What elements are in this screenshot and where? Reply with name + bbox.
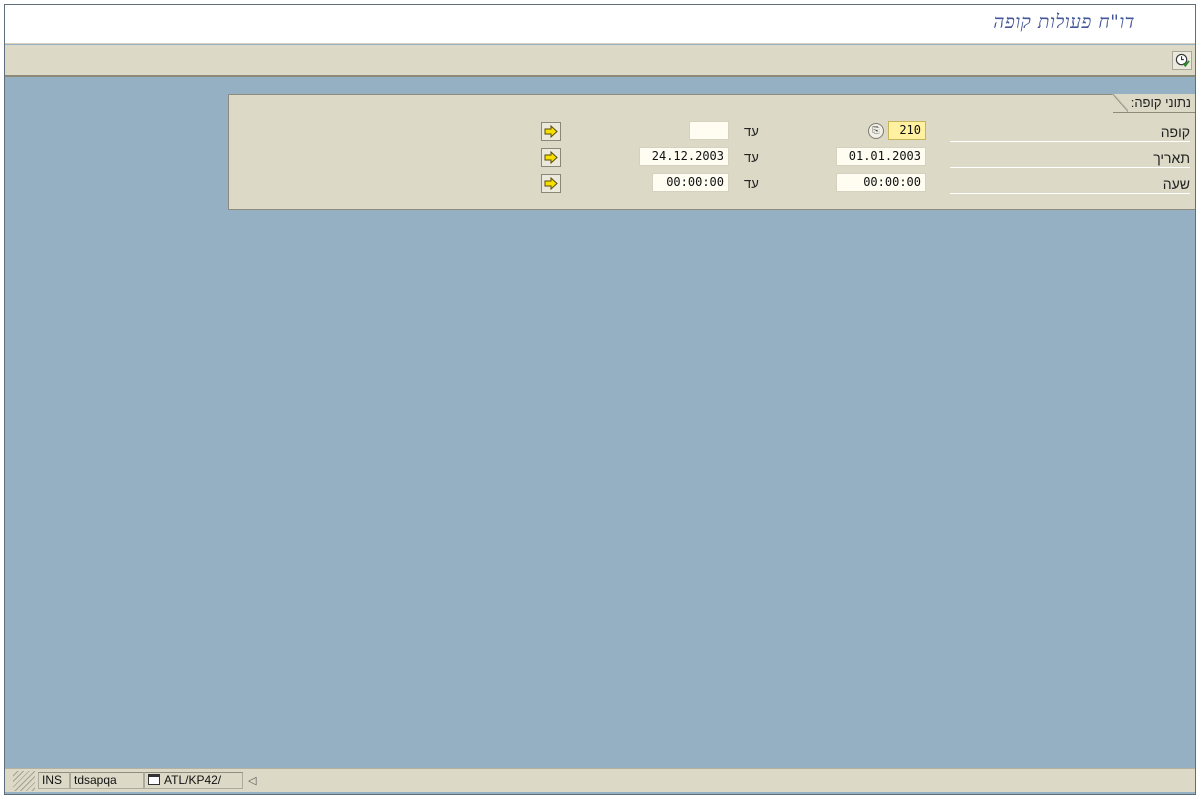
execute-button[interactable] xyxy=(1172,51,1192,70)
window-title: דו"ח פעולות קופה xyxy=(993,11,1135,33)
multiple-selection-button[interactable] xyxy=(541,122,561,141)
field-label: שעה xyxy=(950,175,1190,194)
transaction-code: ATL/KP42/ xyxy=(164,773,222,787)
transaction-icon xyxy=(148,774,160,785)
application-toolbar xyxy=(5,45,1195,77)
selection-row-time: שעה 00:00:00 עד 00:00:00 xyxy=(229,173,1195,195)
selection-group-box: נתוני קופה: קופה ⎘ 210 עד תאריך 01.01.20… xyxy=(228,94,1195,210)
execute-clock-icon xyxy=(1175,53,1190,68)
selection-row-register: קופה ⎘ 210 עד xyxy=(229,121,1195,143)
input-mode-indicator[interactable]: INS xyxy=(38,772,70,789)
yellow-arrow-icon xyxy=(544,125,558,138)
collapse-status-arrow-icon[interactable]: ◁ xyxy=(248,774,256,787)
selection-row-date: תאריך 01.01.2003 עד 24.12.2003 xyxy=(229,147,1195,169)
to-label: עד xyxy=(744,176,759,191)
yellow-arrow-icon xyxy=(544,151,558,164)
time-from-input[interactable]: 00:00:00 xyxy=(836,173,926,192)
system-name: tdsapqa xyxy=(70,772,144,789)
register-to-input[interactable] xyxy=(689,121,729,140)
yellow-arrow-icon xyxy=(544,177,558,190)
register-from-input[interactable]: 210 xyxy=(888,121,926,140)
time-to-input[interactable]: 00:00:00 xyxy=(652,173,729,192)
to-label: עד xyxy=(744,150,759,165)
search-help-icon[interactable]: ⎘ xyxy=(868,123,884,139)
to-label: עד xyxy=(744,124,759,139)
field-label: תאריך xyxy=(950,149,1190,168)
transaction-field[interactable]: ATL/KP42/ xyxy=(144,772,243,789)
multiple-selection-button[interactable] xyxy=(541,174,561,193)
resize-grip-icon[interactable] xyxy=(13,771,35,791)
multiple-selection-button[interactable] xyxy=(541,148,561,167)
status-bar: INS tdsapqa ATL/KP42/ ◁ xyxy=(5,768,1195,792)
title-bar: דו"ח פעולות קופה xyxy=(5,5,1195,44)
field-label: קופה xyxy=(950,123,1190,142)
date-to-input[interactable]: 24.12.2003 xyxy=(639,147,729,166)
group-box-title: נתוני קופה: xyxy=(1111,94,1195,113)
sap-window: דו"ח פעולות קופה נתוני קופה: קופה ⎘ 210 … xyxy=(4,4,1196,795)
date-from-input[interactable]: 01.01.2003 xyxy=(836,147,926,166)
